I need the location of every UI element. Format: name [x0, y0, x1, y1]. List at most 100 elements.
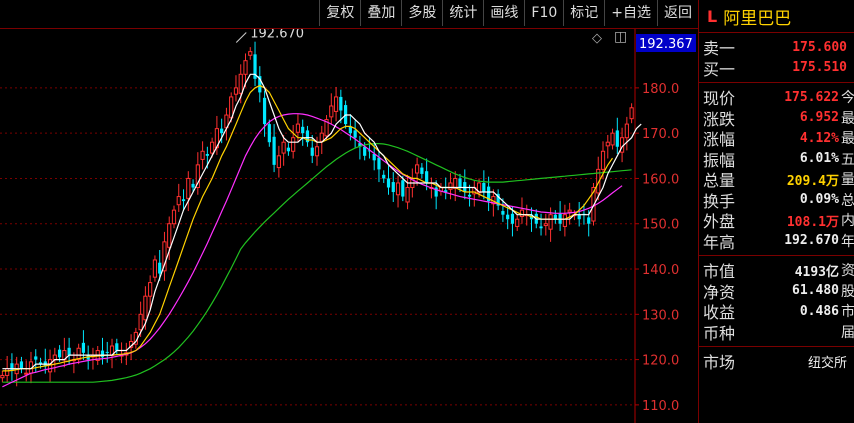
candle-body [286, 147, 290, 152]
candlestick-chart[interactable]: 180.0 170.0 160.0 150.0 140.0 130.0 120.0 110.0… [0, 29, 698, 423]
candle-body [24, 372, 29, 375]
candle-body [600, 150, 606, 170]
candle-body [543, 223, 548, 227]
y-tick-label: 120.0 [642, 354, 679, 369]
candle-body [248, 51, 253, 56]
candle-body [143, 295, 148, 321]
ma-green-line [2, 142, 632, 383]
quote-suffix: 量 [841, 172, 854, 189]
quote-suffix: 内 [841, 213, 854, 230]
candle-body [448, 182, 453, 190]
quote-row: 市值 4193亿资 [699, 260, 854, 281]
candle-body [210, 141, 215, 154]
candle-body [329, 105, 334, 118]
order-book: 卖一 175.600 买一 175.510 [699, 33, 854, 79]
candle-body [624, 123, 629, 139]
y-tick-label: 110.0 [642, 399, 679, 414]
quote-row: 换手 0.09% 总 [699, 190, 854, 211]
toolbar-button-8[interactable]: 返回 [657, 0, 698, 26]
candle-body [233, 87, 239, 95]
toolbar-button-7[interactable]: +自选 [604, 0, 657, 26]
candle-body [138, 313, 143, 331]
quote-suffix: 总 [841, 192, 854, 209]
candle-body [415, 164, 420, 174]
candle-body [314, 146, 320, 157]
candle-body [272, 136, 276, 165]
candle-body [105, 351, 109, 353]
candle-body [425, 171, 429, 183]
candle-body [176, 196, 181, 206]
quote-label: 年高 [703, 232, 736, 252]
candle-body [276, 155, 281, 169]
market-row: 市场 纽交所 [699, 351, 854, 372]
candle-body [405, 187, 410, 203]
candle-body [562, 214, 567, 227]
quote-row: 涨跌 6.952 最 [699, 108, 854, 129]
candle-body [167, 223, 172, 248]
y-tick-label: 170.0 [642, 127, 679, 142]
toolbar-button-3[interactable]: 统计 [442, 0, 483, 26]
candle-body [333, 96, 339, 112]
toolbar-button-0[interactable]: 复权 [319, 0, 360, 26]
chart-svg[interactable]: 180.0 170.0 160.0 150.0 140.0 130.0 120.0 110.0… [0, 29, 698, 423]
candle-body [67, 347, 71, 356]
y-tick-label: 180.0 [642, 82, 679, 97]
toolbar-button-5[interactable]: F10 [524, 0, 563, 26]
quote-value: 0.486 [799, 303, 839, 319]
y-tick-label: 160.0 [642, 172, 679, 187]
y-tick-label: 130.0 [642, 308, 679, 323]
max-price-label: 192.670 [250, 29, 304, 41]
toolbar: 复权 叠加 多股 统计 画线 F10 标记 +自选 返回 [0, 0, 698, 29]
candle-body [243, 60, 248, 75]
quote-value: 61.480 [792, 283, 839, 299]
candle-body [281, 141, 286, 154]
candle-body [615, 130, 619, 147]
quote-value: 175.600 [792, 39, 847, 55]
candle-body [181, 199, 186, 202]
quote-value: 175.622 [784, 89, 839, 105]
candle-body [482, 182, 486, 193]
candle-body [510, 213, 515, 224]
candle-body [467, 194, 472, 197]
candle-body [458, 178, 462, 188]
toolbar-button-2[interactable]: 多股 [401, 0, 442, 26]
divider [699, 82, 854, 83]
candle-body [52, 354, 57, 361]
candle-body [386, 178, 391, 188]
candle-body [605, 141, 610, 147]
candle-body [506, 214, 510, 220]
divider [699, 255, 854, 256]
diamond-icon[interactable]: ◇ [592, 31, 602, 46]
toolbar-button-4[interactable]: 画线 [483, 0, 524, 26]
candle-body [610, 132, 615, 146]
candle-body [100, 350, 105, 358]
candle-body [152, 259, 158, 278]
quote-row: 年高 192.670 年 [699, 231, 854, 252]
market-value: 纽交所 [807, 355, 847, 371]
quote-row: 现价 175.622 今 [699, 87, 854, 108]
fundamentals: 市值 4193亿资净资 61.480 股收益 0.486 市币种 届 [699, 260, 854, 343]
candle-body [171, 209, 177, 225]
candle-body [363, 146, 367, 156]
toolbar-button-6[interactable]: 标记 [563, 0, 604, 26]
candle-body [148, 282, 153, 297]
candle-body [515, 218, 520, 227]
candle-body [420, 167, 424, 174]
candle-body [291, 137, 296, 152]
quote-value: 4193亿 [794, 264, 839, 280]
stock-name: 阿里巴巴 [723, 8, 792, 29]
candle-body [19, 361, 24, 369]
quote-row: 振幅 6.01% 五 [699, 149, 854, 170]
candle-body [34, 356, 38, 360]
candle-body [5, 368, 10, 376]
quote-value: 209.4万 [786, 173, 839, 189]
quote-value: 0.09% [799, 192, 839, 208]
candle-body [295, 123, 301, 133]
quote-row: 买一 175.510 [699, 58, 854, 79]
toolbar-button-1[interactable]: 叠加 [360, 0, 401, 26]
quote-suffix: 年 [841, 233, 854, 250]
box-icon[interactable]: ◫ [614, 29, 627, 45]
candle-body [0, 374, 5, 379]
candle-body [115, 343, 119, 351]
candle-body [262, 97, 267, 125]
